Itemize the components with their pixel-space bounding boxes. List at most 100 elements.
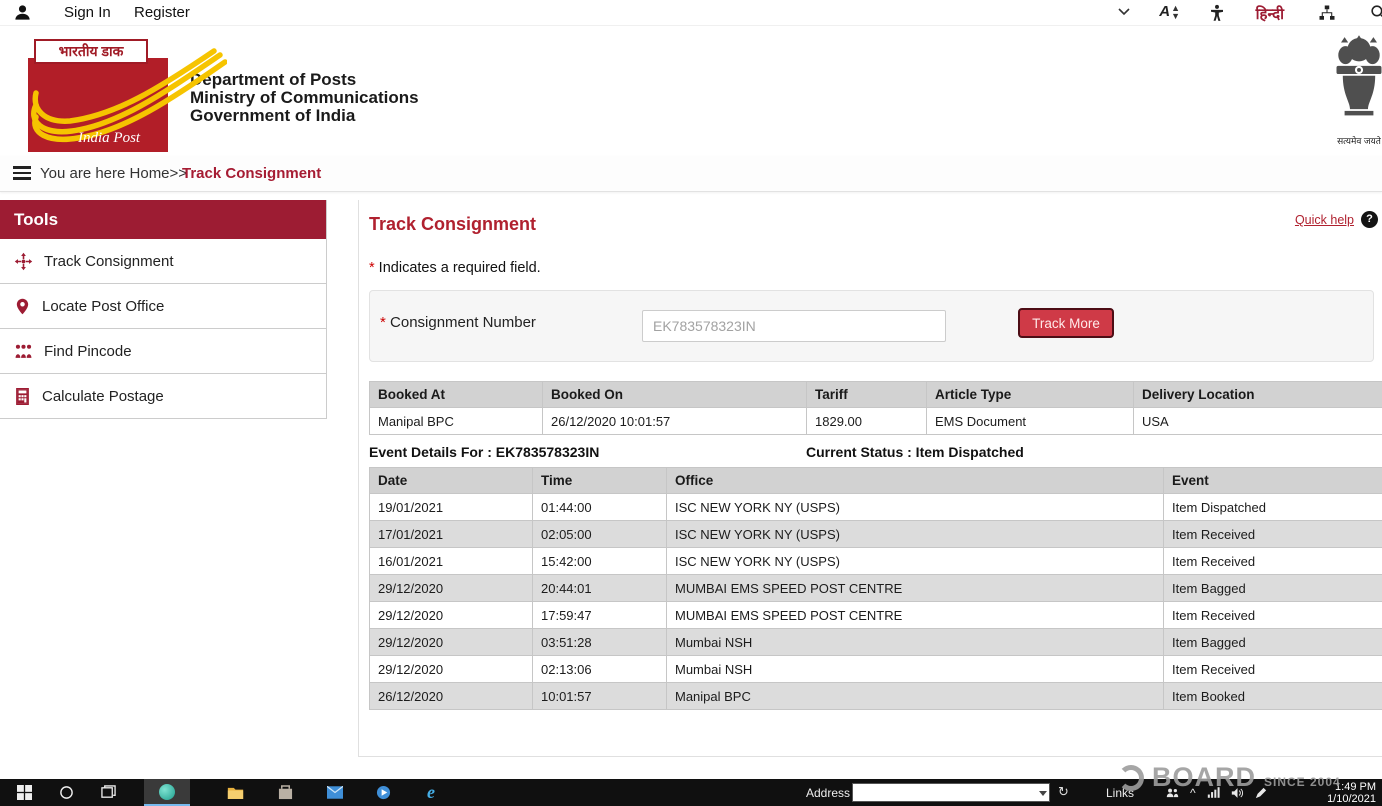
help-icon[interactable]: ? <box>1361 211 1378 228</box>
pincode-grid-icon <box>14 342 33 361</box>
table-cell: 16/01/2021 <box>370 548 533 575</box>
page-title: Track Consignment <box>369 214 1382 235</box>
taskbar-search-icon[interactable] <box>46 779 86 806</box>
logo-hindi-label: भारतीय डाक <box>34 39 148 64</box>
task-view-icon[interactable] <box>88 779 128 806</box>
taskbar-mail-app[interactable] <box>312 779 358 806</box>
breadcrumb: You are here Home>> Track Consignment <box>0 156 1382 192</box>
table-cell: Manipal BPC <box>667 683 1164 710</box>
tools-sidebar: Tools Track Consignment Locate Post Offi… <box>0 200 327 419</box>
org-line-2: Ministry of Communications <box>190 89 419 107</box>
table-cell: Item Booked <box>1164 683 1382 710</box>
hindi-language-link[interactable]: हिन्दी <box>1256 4 1284 24</box>
table-cell: 19/01/2021 <box>370 494 533 521</box>
table-cell: 20:44:01 <box>533 575 667 602</box>
system-tray: ^ <box>1166 779 1267 806</box>
table-row: 29/12/202020:44:01MUMBAI EMS SPEED POST … <box>370 575 1382 602</box>
track-more-button[interactable]: Track More <box>1018 308 1114 338</box>
booking-summary-table: Booked At Booked On Tariff Article Type … <box>369 381 1382 435</box>
emblem-motto: सत्यमेव जयते <box>1328 134 1382 147</box>
column-header: Date <box>370 468 533 494</box>
links-toolbar[interactable]: Links <box>1106 786 1134 800</box>
table-row: 29/12/202017:59:47MUMBAI EMS SPEED POST … <box>370 602 1382 629</box>
table-cell: Manipal BPC <box>370 408 543 435</box>
refresh-icon[interactable]: ↻ <box>1058 784 1069 800</box>
windows-taskbar: e Address ↻ Links ^ 1:49 PM 1/10/2021 <box>0 779 1382 806</box>
column-header: Booked At <box>370 382 543 408</box>
table-cell: USA <box>1134 408 1382 435</box>
table-cell: 26/12/2020 10:01:57 <box>543 408 807 435</box>
sidebar-item-label: Calculate Postage <box>42 388 164 405</box>
sidebar-item-track-consignment[interactable]: Track Consignment <box>0 239 326 284</box>
breadcrumb-current: Track Consignment <box>182 165 321 182</box>
table-cell: 01:44:00 <box>533 494 667 521</box>
events-table: Date Time Office Event 19/01/202101:44:0… <box>369 467 1382 710</box>
status-line: Event Details For : EK783578323IN Curren… <box>369 444 1382 462</box>
tray-network-icon[interactable] <box>1207 787 1220 798</box>
table-row: Manipal BPC26/12/2020 10:01:571829.00EMS… <box>370 408 1382 435</box>
column-header: Office <box>667 468 1164 494</box>
table-cell: Mumbai NSH <box>667 629 1164 656</box>
address-dropdown-icon[interactable] <box>1039 791 1047 796</box>
font-size-icon[interactable]: A▲▼ <box>1159 3 1180 20</box>
start-button[interactable] <box>4 779 44 806</box>
table-cell: MUMBAI EMS SPEED POST CENTRE <box>667 575 1164 602</box>
table-header-row: Date Time Office Event <box>370 468 1382 494</box>
table-cell: ISC NEW YORK NY (USPS) <box>667 494 1164 521</box>
table-cell: Item Bagged <box>1164 629 1382 656</box>
table-cell: Item Dispatched <box>1164 494 1382 521</box>
table-cell: 29/12/2020 <box>370 629 533 656</box>
clock-time: 1:49 PM <box>1327 781 1376 793</box>
table-cell: 02:05:00 <box>533 521 667 548</box>
table-row: 29/12/202002:13:06Mumbai NSHItem Receive… <box>370 656 1382 683</box>
table-row: 29/12/202003:51:28Mumbai NSHItem Bagged <box>370 629 1382 656</box>
tray-show-hidden-icon[interactable]: ^ <box>1190 786 1196 800</box>
table-cell: 29/12/2020 <box>370 575 533 602</box>
consignment-form: * Consignment Number Track More <box>369 290 1374 362</box>
sidebar-item-find-pincode[interactable]: Find Pincode <box>0 329 326 374</box>
table-cell: 26/12/2020 <box>370 683 533 710</box>
event-details-label: Event Details For : EK783578323IN <box>369 444 599 460</box>
quick-help-link[interactable]: Quick help <box>1295 213 1354 227</box>
address-input[interactable] <box>852 783 1050 802</box>
taskbar-media-app[interactable] <box>360 779 406 806</box>
sidebar-item-locate-post-office[interactable]: Locate Post Office <box>0 284 326 329</box>
table-cell: Item Bagged <box>1164 575 1382 602</box>
consignment-number-input[interactable] <box>642 310 946 342</box>
sitemap-icon[interactable] <box>1318 4 1336 27</box>
chevron-down-icon[interactable] <box>1116 4 1132 23</box>
sidebar-item-calculate-postage[interactable]: Calculate Postage <box>0 374 326 419</box>
taskbar-app-browser-active[interactable] <box>144 779 190 806</box>
org-title: Department of Posts Ministry of Communic… <box>190 71 419 125</box>
column-header: Time <box>533 468 667 494</box>
taskbar-app-store[interactable] <box>262 779 308 806</box>
table-row: 17/01/202102:05:00ISC NEW YORK NY (USPS)… <box>370 521 1382 548</box>
taskbar-file-explorer[interactable] <box>212 779 258 806</box>
current-status-label: Current Status : Item Dispatched <box>806 444 1024 460</box>
column-header: Event <box>1164 468 1382 494</box>
accessibility-icon[interactable] <box>1208 3 1226 27</box>
table-cell: Item Received <box>1164 521 1382 548</box>
user-icon <box>13 3 32 27</box>
column-header: Booked On <box>543 382 807 408</box>
org-line-1: Department of Posts <box>190 71 419 89</box>
table-row: 19/01/202101:44:00ISC NEW YORK NY (USPS)… <box>370 494 1382 521</box>
menu-icon[interactable] <box>13 166 31 183</box>
table-cell: 02:13:06 <box>533 656 667 683</box>
logo-english-label: India Post <box>78 130 140 147</box>
tray-volume-icon[interactable] <box>1231 787 1244 799</box>
tray-people-icon[interactable] <box>1166 787 1179 799</box>
register-link[interactable]: Register <box>134 4 190 21</box>
table-cell: Item Received <box>1164 602 1382 629</box>
internet-explorer-icon[interactable]: e <box>408 779 454 806</box>
ashoka-emblem-icon <box>1332 35 1382 131</box>
taskbar-clock[interactable]: 1:49 PM 1/10/2021 <box>1327 781 1376 805</box>
search-icon[interactable] <box>1369 3 1382 27</box>
national-emblem: सत्यमेव जयते <box>1328 35 1382 147</box>
clock-date: 1/10/2021 <box>1327 793 1376 805</box>
sidebar-item-label: Find Pincode <box>44 343 132 360</box>
table-cell: ISC NEW YORK NY (USPS) <box>667 521 1164 548</box>
sign-in-link[interactable]: Sign In <box>64 4 111 21</box>
breadcrumb-prefix[interactable]: You are here Home>> <box>40 165 187 182</box>
tray-pen-icon[interactable] <box>1255 787 1267 799</box>
